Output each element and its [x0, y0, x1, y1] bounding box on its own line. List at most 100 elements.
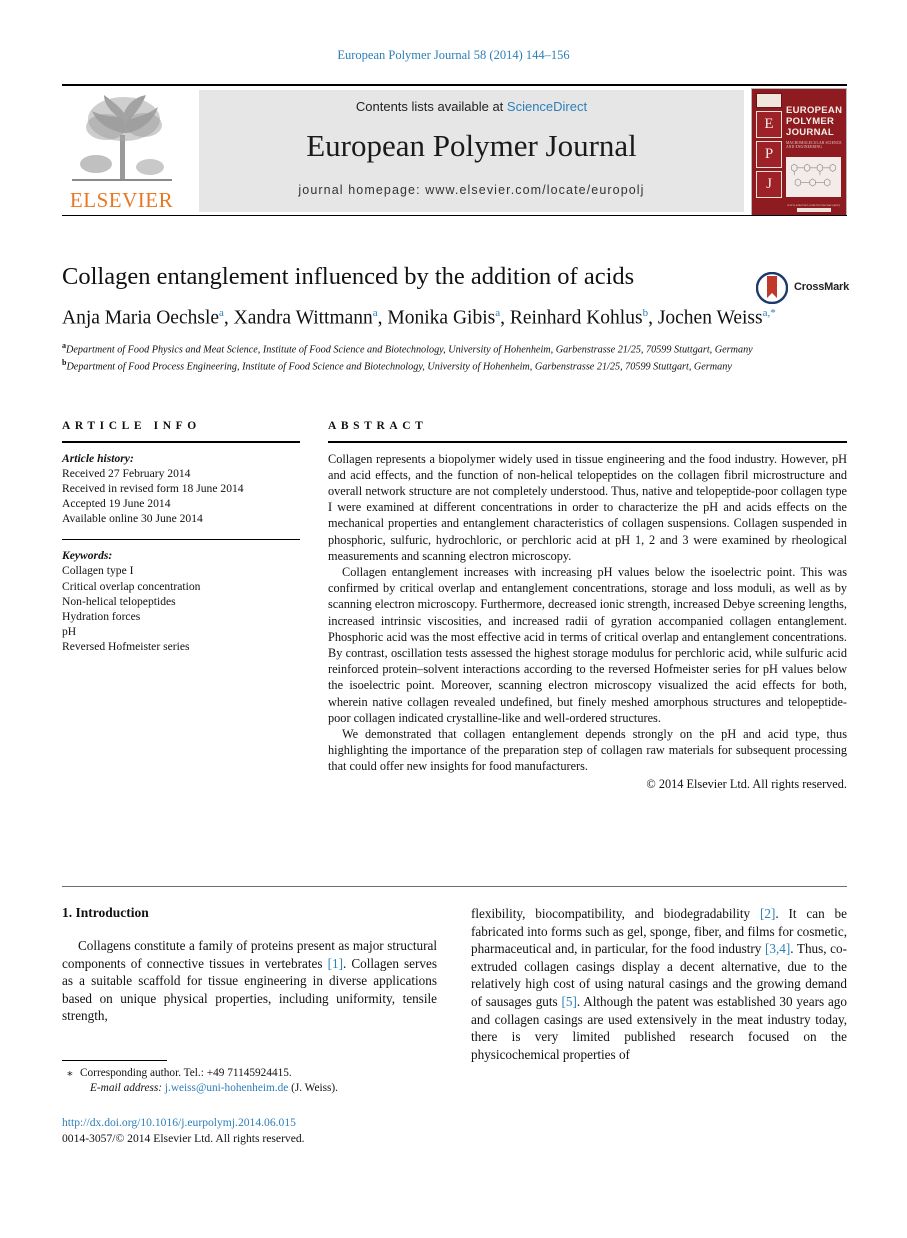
author-name: Reinhard Kohlus	[509, 307, 643, 329]
paragraph: Collagens constitute a family of protein…	[62, 937, 437, 1025]
crossmark-badge-group[interactable]: CrossMark	[756, 272, 856, 304]
elsevier-wordmark: ELSEVIER	[69, 188, 174, 212]
author-affil-marker: a,*	[762, 307, 776, 319]
abstract-rule	[328, 441, 847, 443]
masthead-top-rule	[62, 84, 847, 86]
author-name: Anja Maria Oechsle	[62, 307, 220, 329]
footnote-separator-rule	[62, 1060, 167, 1062]
contents-prefix: Contents lists available at	[355, 99, 507, 114]
introduction-right-column: flexibility, biocompatibility, and biode…	[471, 905, 847, 1063]
cover-title-line-3: JOURNAL	[786, 127, 835, 138]
keyword-item: Non-helical telopeptides	[62, 594, 176, 608]
abstract-column: ABSTRACT Collagen represents a biopolyme…	[328, 420, 847, 792]
cover-title-line-2: POLYMER	[786, 116, 835, 127]
cover-letter-e: E	[756, 111, 782, 138]
introduction-text-right: flexibility, biocompatibility, and biode…	[471, 905, 847, 1063]
affiliation-b: bDepartment of Food Process Engineering,…	[62, 356, 847, 374]
article-info-rule	[62, 441, 300, 443]
citation-reference[interactable]: [3,4]	[765, 941, 790, 956]
abstract-paragraph: We demonstrated that collagen entangleme…	[328, 727, 847, 774]
crossmark-icon	[756, 272, 788, 304]
email-label: E-mail address:	[90, 1082, 163, 1094]
footnote-block: ⁎ Corresponding author. Tel.: +49 711459…	[62, 1066, 437, 1096]
citation-reference[interactable]: [2]	[760, 906, 775, 921]
cover-letter-j: J	[756, 171, 782, 198]
keyword-item: pH	[62, 625, 77, 639]
history-item: Received in revised form 18 June 2014	[62, 482, 244, 495]
elsevier-tree-icon	[72, 95, 172, 181]
keywords-label: Keywords:	[62, 549, 113, 563]
sciencedirect-link[interactable]: ScienceDirect	[507, 99, 587, 114]
intro-right-text: flexibility, biocompatibility, and biode…	[471, 906, 848, 1062]
paragraph: flexibility, biocompatibility, and biode…	[471, 905, 847, 1063]
author-name: Xandra Wittmann	[233, 307, 373, 329]
masthead-bottom-rule	[62, 215, 847, 216]
history-item: Accepted 19 June 2014	[62, 497, 171, 511]
elsevier-logo: ELSEVIER	[62, 89, 181, 215]
abstract-paragraph: Collagen represents a biopolymer widely …	[328, 451, 847, 563]
cover-structure-diagram	[786, 157, 841, 197]
introduction-text-left: Collagens constitute a family of protein…	[62, 937, 437, 1025]
intro-left-text: Collagens constitute a family of protein…	[62, 938, 437, 1024]
doi-block: http://dx.doi.org/10.1016/j.eurpolymj.20…	[62, 1115, 492, 1147]
abstract-body: Collagen represents a biopolymer widely …	[328, 451, 847, 775]
section-heading-introduction: 1. Introduction	[62, 905, 149, 920]
author-name: Jochen Weiss	[657, 307, 763, 329]
email-link[interactable]: j.weiss@uni-hohenheim.de	[165, 1082, 288, 1094]
page-title: Collagen entanglement influenced by the …	[62, 263, 635, 290]
cover-letter-p: P	[756, 141, 782, 168]
cover-sciencedirect-mark	[796, 208, 831, 212]
article-title-block: Collagen entanglement influenced by the …	[62, 262, 849, 375]
contents-available-line: Contents lists available at ScienceDirec…	[199, 99, 744, 114]
article-info-column: ARTICLE INFO Article history: Received 2…	[62, 420, 300, 655]
keywords-rule	[62, 538, 300, 541]
cover-subtitle: MACROMOLECULAR SCIENCE AND ENGINEERING	[786, 141, 842, 149]
article-info-heading: ARTICLE INFO	[62, 420, 201, 432]
author-affil-marker: a	[219, 307, 224, 319]
cover-elsevier-mark	[756, 93, 782, 108]
cover-title-line-1: EUROPEAN	[786, 105, 843, 116]
keyword-item: Hydration forces	[62, 610, 141, 624]
cover-footer: www.elsevier.com/locate/europolj	[786, 203, 841, 212]
affiliation-text: Department of Food Physics and Meat Scie…	[66, 343, 753, 355]
affiliation-a: aDepartment of Food Physics and Meat Sci…	[62, 339, 847, 357]
corresponding-author-line: Corresponding author. Tel.: +49 71145924…	[80, 1067, 292, 1079]
citation-reference[interactable]: [5]	[561, 994, 576, 1009]
abstract-copyright: © 2014 Elsevier Ltd. All rights reserved…	[646, 776, 847, 791]
affiliation-text: Department of Food Process Engineering, …	[66, 361, 732, 373]
citation-reference[interactable]: [1]	[328, 956, 343, 971]
journal-homepage-link[interactable]: journal homepage: www.elsevier.com/locat…	[199, 183, 744, 197]
cover-letter-column: E P J	[756, 93, 782, 201]
journal-masthead: ELSEVIER Contents lists available at Sci…	[62, 84, 847, 216]
journal-article-page: European Polymer Journal 58 (2014) 144–1…	[0, 0, 907, 1238]
keyword-item: Collagen type I	[62, 564, 134, 578]
author-list: Anja Maria Oechslea, Xandra Wittmanna, M…	[62, 307, 776, 329]
keyword-item: Critical overlap concentration	[62, 579, 201, 593]
masthead-center-band: Contents lists available at ScienceDirec…	[199, 90, 744, 212]
keywords-group: Keywords: Collagen type I Critical overl…	[62, 548, 300, 654]
abstract-heading: ABSTRACT	[328, 420, 428, 432]
cover-footer-text: www.elsevier.com/locate/europolj	[787, 203, 840, 207]
abstract-paragraph: Collagen entanglement increases with inc…	[328, 565, 847, 725]
history-item: Received 27 February 2014	[62, 466, 191, 480]
history-item: Available online 30 June 2014	[62, 512, 203, 526]
cover-title-block: EUROPEAN POLYMER JOURNAL MACROMOLECULAR …	[786, 105, 842, 149]
body-separator-rule	[62, 886, 847, 887]
author-affil-marker: a	[495, 307, 501, 319]
author-affil-marker: a	[372, 307, 378, 319]
author-affil-marker: b	[642, 307, 649, 319]
affiliation-list: aDepartment of Food Physics and Meat Sci…	[62, 339, 847, 375]
issn-copyright-line: 0014-3057/© 2014 Elsevier Ltd. All right…	[62, 1132, 305, 1145]
email-line: E-mail address: j.weiss@uni-hohenheim.de…	[62, 1081, 437, 1096]
corresponding-author-marker: ⁎	[67, 1067, 73, 1079]
journal-title: European Polymer Journal	[306, 128, 637, 163]
doi-link[interactable]: http://dx.doi.org/10.1016/j.eurpolymj.20…	[62, 1115, 492, 1131]
email-owner: (J. Weiss).	[291, 1082, 338, 1094]
crossmark-label: CrossMark	[794, 281, 850, 293]
journal-cover-thumbnail[interactable]: E P J EUROPEAN POLYMER JOURNAL MACROMOLE…	[751, 88, 847, 216]
running-head: European Polymer Journal 58 (2014) 144–1…	[337, 48, 570, 62]
introduction-left-column: 1. Introduction Collagens constitute a f…	[62, 905, 437, 1025]
article-history-label: Article history:	[62, 451, 134, 465]
chemical-structures-icon	[791, 163, 836, 187]
author-name: Monika Gibis	[387, 307, 496, 329]
